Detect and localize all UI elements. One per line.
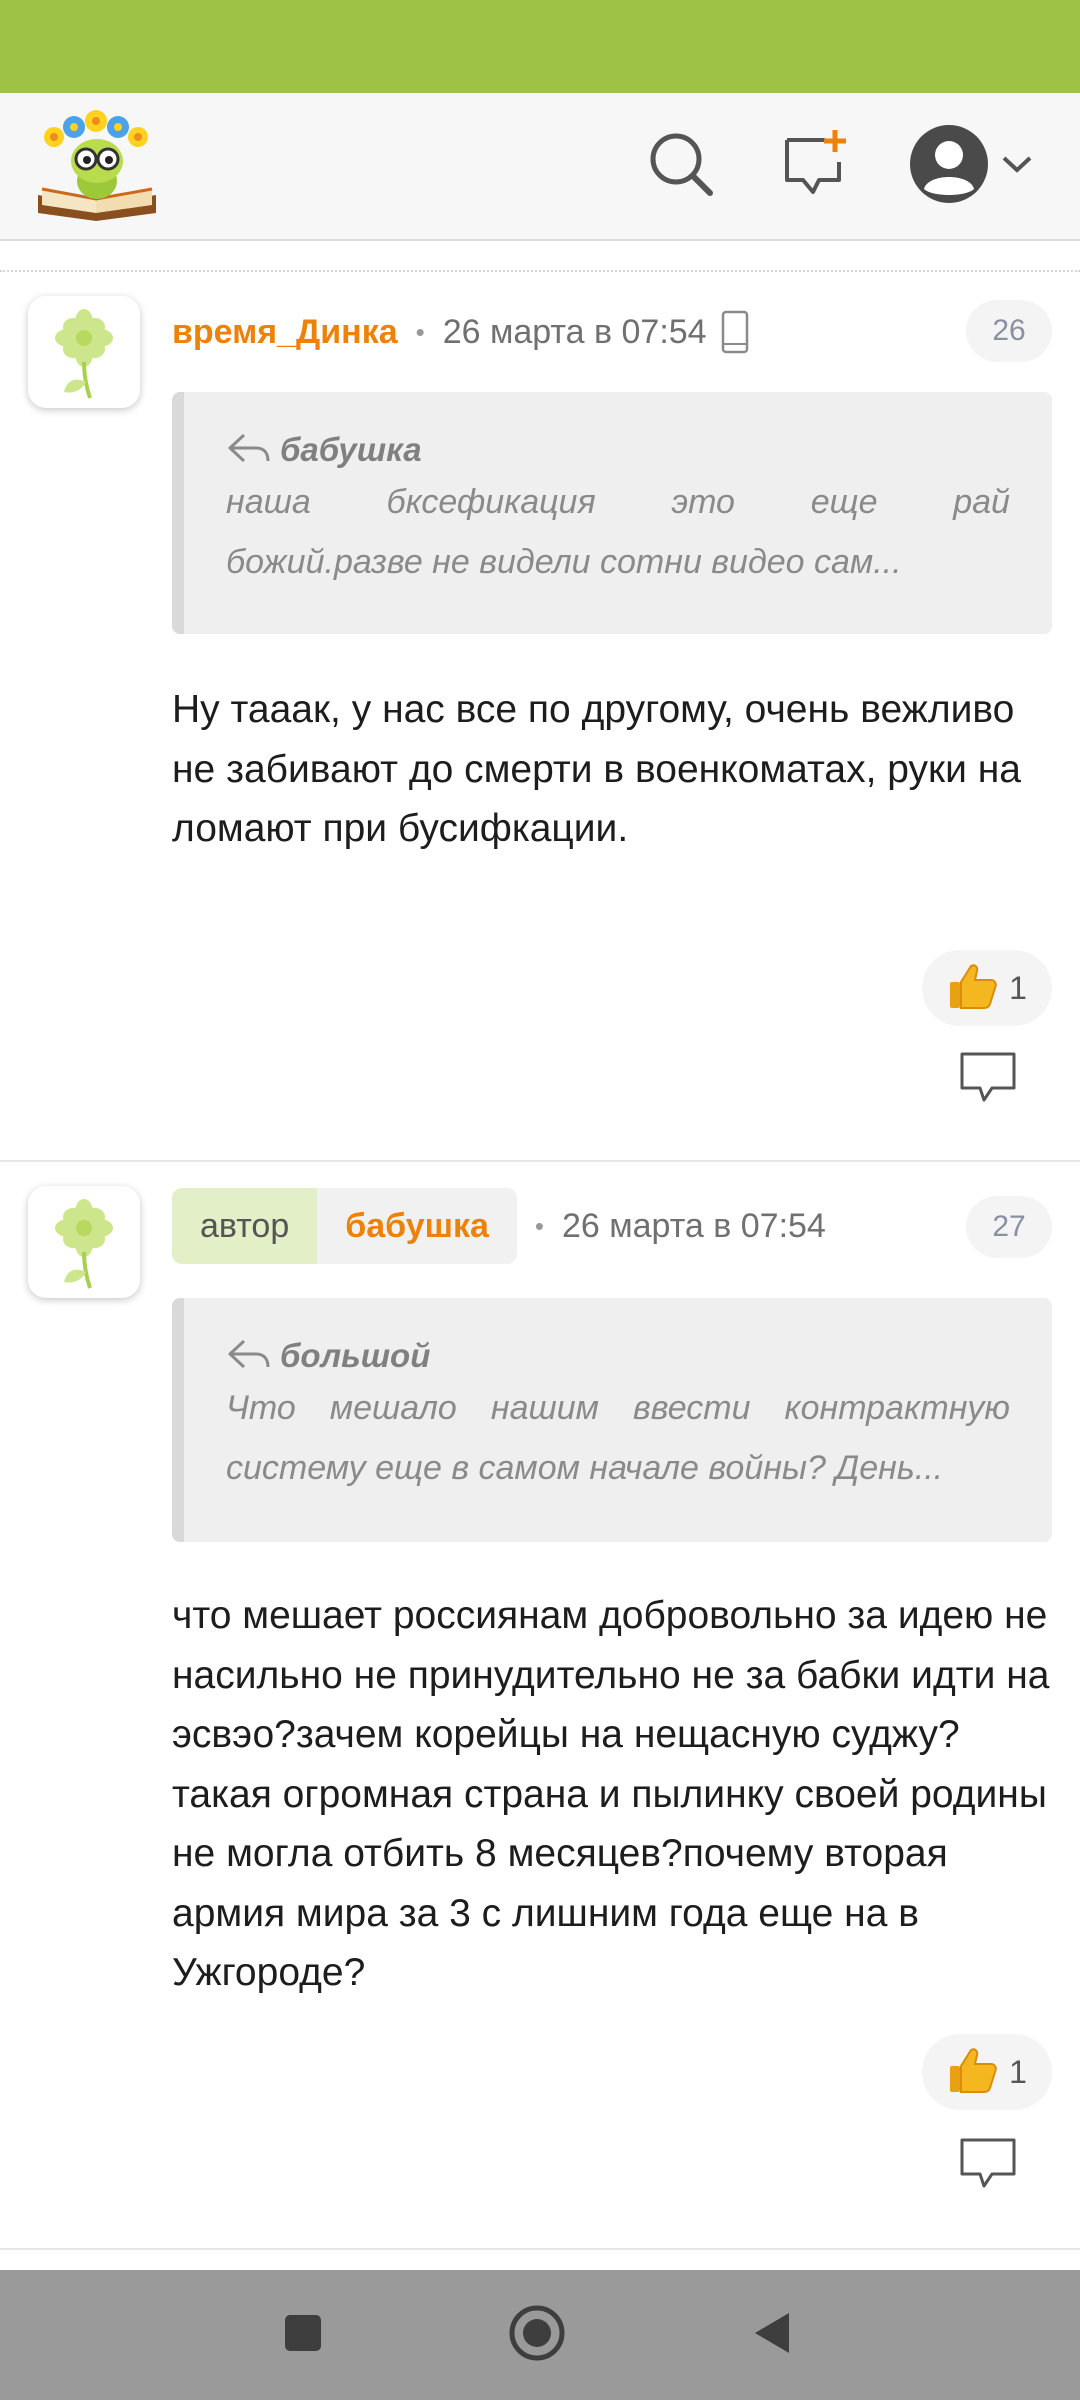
commenter-avatar[interactable]	[28, 296, 140, 408]
quote-block[interactable]: большой Что мешало нашим ввести контракт…	[172, 1298, 1052, 1542]
comment-number-badge[interactable]: 27	[966, 1196, 1052, 1258]
speech-bubble-icon	[958, 2136, 1018, 2197]
speech-bubble-icon	[958, 1050, 1018, 1111]
comment-text: что мешает россиянам добровольно за идею…	[172, 1594, 1050, 1994]
new-message-icon	[779, 128, 851, 205]
quote-word: нашим	[490, 1389, 599, 1427]
like-button[interactable]: 1	[922, 950, 1052, 1026]
thumbs-up-icon	[947, 2044, 999, 2101]
author-badge: автор	[172, 1188, 318, 1264]
search-button[interactable]	[636, 121, 726, 211]
meta-separator: •	[534, 1210, 544, 1241]
author-name[interactable]: время_Динка	[172, 313, 398, 352]
meta-separator: •	[415, 316, 425, 347]
quote-word: наша	[226, 483, 311, 521]
flower-avatar-icon	[55, 1199, 113, 1289]
post-author-chip[interactable]: автор бабушка	[172, 1188, 517, 1264]
quote-header: большой	[226, 1336, 1010, 1376]
home-button[interactable]	[502, 2300, 572, 2370]
circle-home-icon	[507, 2303, 567, 2368]
quote-word: ввести	[632, 1389, 751, 1427]
search-icon	[646, 129, 716, 204]
comment-date[interactable]: 26 марта в 07:54	[562, 1207, 826, 1246]
quote-word: рай	[953, 483, 1010, 521]
quote-line-1: наша бксефикация это еще рай	[226, 472, 1010, 532]
chevron-down-icon	[1000, 152, 1034, 181]
quote-line-2: систему еще в самом начале войны? День..…	[226, 1449, 944, 1487]
comment-meta: время_Динка • 26 марта в 07:54	[172, 294, 749, 370]
new-message-button[interactable]	[770, 121, 860, 211]
reply-arrow-icon	[226, 431, 272, 470]
comment-divider	[0, 2248, 1080, 2250]
status-bar	[0, 0, 1080, 93]
like-count: 1	[1009, 969, 1027, 1006]
quote-word: еще	[810, 483, 878, 521]
user-avatar-icon	[908, 123, 990, 210]
quote-author: большой	[280, 1337, 431, 1374]
comment-divider	[0, 1160, 1080, 1162]
quote-block[interactable]: бабушка наша бксефикация это еще рай бож…	[172, 392, 1052, 634]
quote-word: это	[671, 483, 735, 521]
like-button[interactable]: 1	[922, 2034, 1052, 2110]
quote-word: Что	[226, 1389, 296, 1427]
like-count: 1	[1009, 2053, 1027, 2090]
quote-author: бабушка	[280, 431, 422, 468]
comment-meta: автор бабушка • 26 марта в 07:54	[172, 1188, 826, 1264]
profile-menu-button[interactable]	[896, 121, 1046, 211]
square-icon	[283, 2313, 323, 2358]
quote-word: бксефикация	[386, 483, 596, 521]
comment-text: Ну тааак, у нас все по другому, очень ве…	[172, 688, 1021, 850]
quote-line-2: божий.разве нe видели сотни видео сам...	[226, 543, 902, 581]
reply-button[interactable]	[950, 2128, 1026, 2204]
separator	[0, 270, 1080, 272]
mobile-phone-icon	[721, 310, 749, 354]
quote-header: бабушка	[226, 430, 1010, 470]
author-name[interactable]: бабушка	[317, 1188, 517, 1264]
comment-number-badge[interactable]: 26	[966, 300, 1052, 362]
bookworm-logo[interactable]	[34, 109, 160, 223]
app-header	[0, 93, 1080, 241]
triangle-back-icon	[749, 2309, 793, 2362]
back-button[interactable]	[736, 2300, 806, 2370]
thumbs-up-icon	[947, 960, 999, 1017]
commenter-avatar[interactable]	[28, 1186, 140, 1298]
recents-button[interactable]	[268, 2300, 338, 2370]
quote-word: контрактную	[784, 1389, 1010, 1427]
quote-line-1: Что мешало нашим ввести контрактную	[226, 1378, 1010, 1438]
reply-button[interactable]	[950, 1042, 1026, 1118]
quote-word: мешало	[329, 1389, 457, 1427]
reply-arrow-icon	[226, 1337, 272, 1376]
comment-date[interactable]: 26 марта в 07:54	[443, 313, 707, 352]
system-navigation-bar	[0, 2270, 1080, 2400]
flower-avatar-icon	[55, 309, 113, 399]
